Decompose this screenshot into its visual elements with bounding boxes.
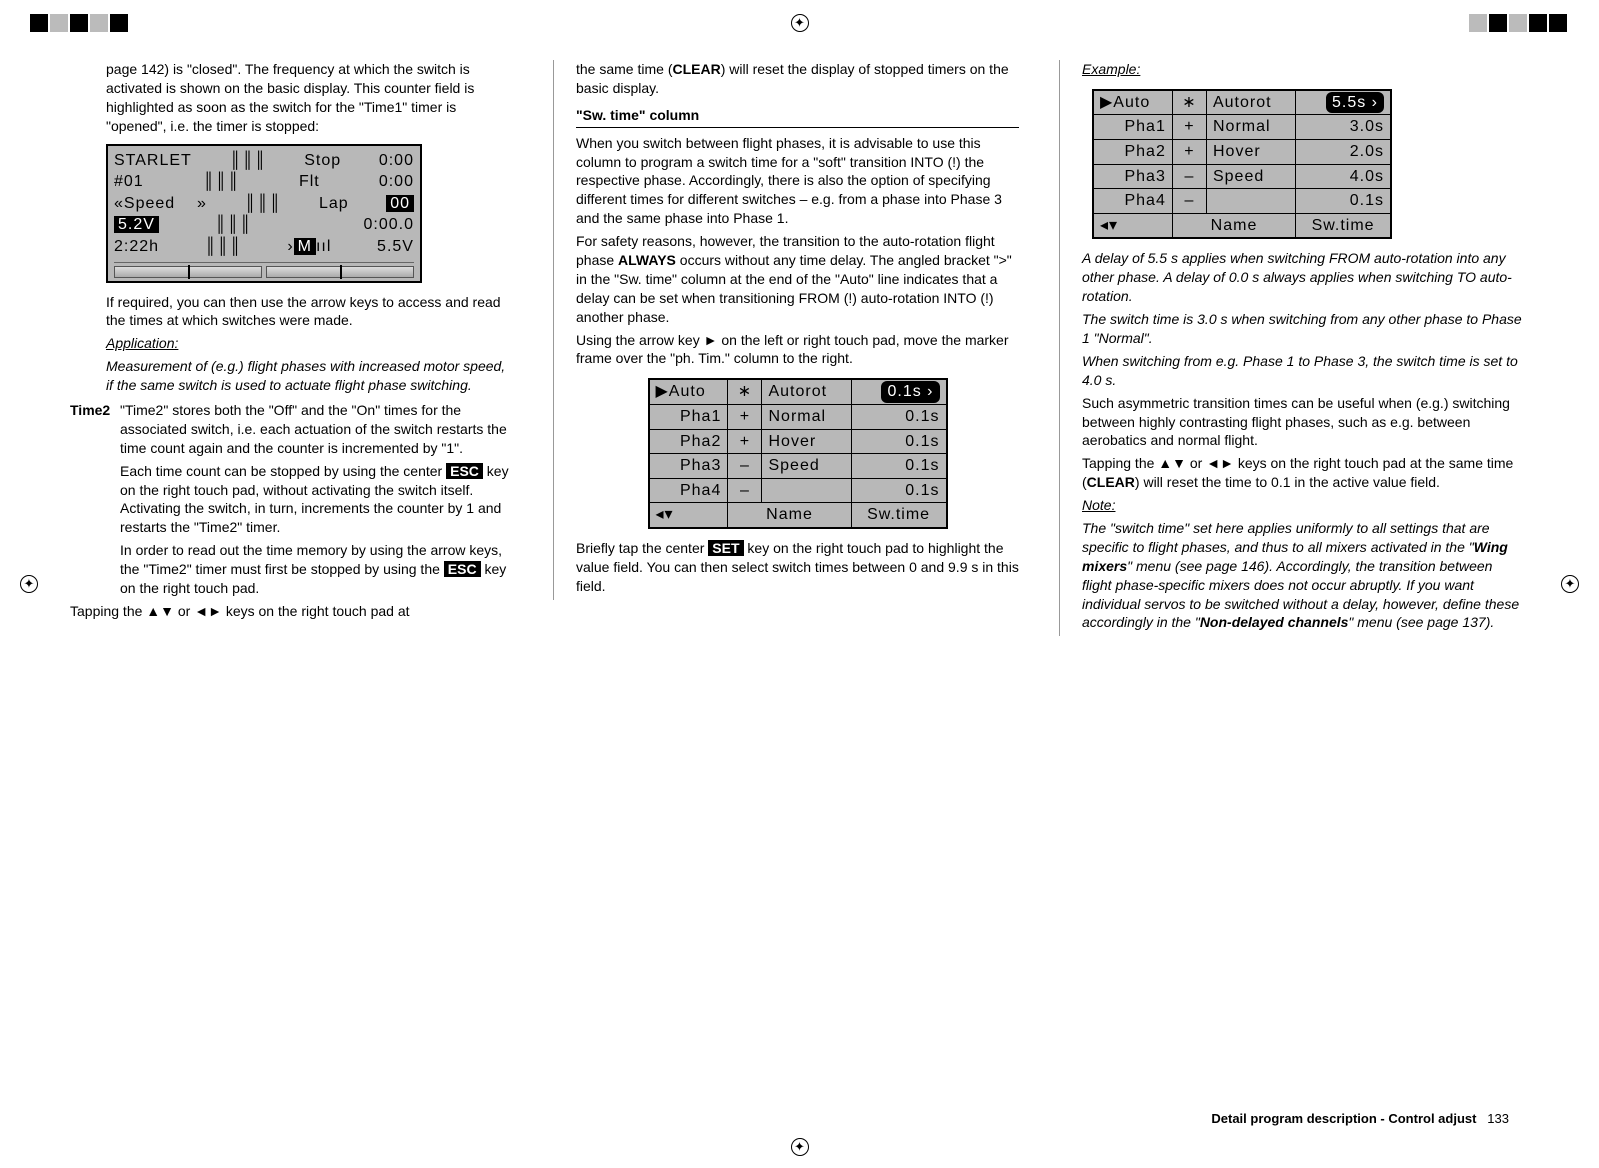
print-registration-top: ✦ — [0, 14, 1599, 36]
c2-p5: Briefly tap the center SET key on the ri… — [576, 539, 1019, 596]
note-body: The "switch time" set here applies unifo… — [1082, 519, 1525, 632]
c1-tail: Tapping the ▲▼ or ◄► keys on the right t… — [70, 602, 513, 621]
column-2: the same time (CLEAR) will reset the dis… — [553, 60, 1023, 600]
application-heading: Application: — [106, 334, 513, 353]
esc-key-2: ESC — [444, 561, 481, 577]
c3-p3: When switching from e.g. Phase 1 to Phas… — [1082, 352, 1525, 390]
lcd-lap-time: 0:00.0 — [364, 214, 414, 236]
column-3: Example: ▶Auto∗Autorot5.5s › Pha1+Normal… — [1059, 60, 1529, 636]
clear-key: CLEAR — [672, 61, 720, 77]
phase-table-2: ▶Auto∗Autorot5.5s › Pha1+Normal3.0s Pha2… — [1092, 89, 1392, 240]
time2-p2: Each time count can be stopped by using … — [120, 462, 513, 538]
c2-p1: the same time (CLEAR) will reset the dis… — [576, 60, 1019, 98]
note-heading: Note: — [1082, 496, 1525, 515]
page: ✦ ✦ ✦ page 142) is "closed". The frequen… — [0, 0, 1599, 1168]
esc-key: ESC — [446, 463, 483, 479]
column-1: page 142) is "closed". The frequency at … — [70, 60, 517, 625]
c2-p3: For safety reasons, however, the transit… — [576, 232, 1019, 326]
lcd-display: STARLET ║║║ Stop 0:00 #01 ║║║ Flt 0:00 «… — [106, 144, 422, 283]
lcd-flt-value: 0:00 — [379, 171, 414, 193]
time2-p1: "Time2" stores both the "Off" and the "O… — [120, 401, 513, 458]
lcd-model-name: STARLET — [114, 150, 192, 172]
c2-p2: When you switch between flight phases, i… — [576, 134, 1019, 228]
c3-p4: Such asymmetric transition times can be … — [1082, 394, 1525, 451]
non-delayed-term: Non-delayed channels — [1200, 614, 1349, 630]
set-key: SET — [708, 540, 743, 556]
lcd-flt-label: Flt — [299, 171, 320, 193]
clear-key-2: CLEAR — [1087, 474, 1135, 490]
print-registration-left: ✦ — [20, 575, 38, 593]
c3-p2: The switch time is 3.0 s when switching … — [1082, 310, 1525, 348]
lcd-lap-value: 00 — [386, 195, 414, 212]
lcd-m-label: M — [294, 238, 316, 255]
time2-label: Time2 — [70, 401, 120, 602]
lcd-stop-label: Stop — [304, 150, 341, 172]
time2-p3: In order to read out the time memory by … — [120, 541, 513, 598]
phase-table-1: ▶Auto∗Autorot0.1s › Pha1+Normal0.1s Pha2… — [648, 378, 948, 529]
c3-p1: A delay of 5.5 s applies when switching … — [1082, 249, 1525, 306]
application-body: Measurement of (e.g.) flight phases with… — [106, 357, 513, 395]
c1-intro: page 142) is "closed". The frequency at … — [106, 60, 513, 136]
lcd-model-no: #01 — [114, 171, 144, 193]
page-footer: Detail program description - Control adj… — [1211, 1110, 1509, 1128]
lcd-stop-value: 0:00 — [379, 150, 414, 172]
print-registration-bottom: ✦ — [791, 1138, 809, 1156]
lcd-runtime: 2:22h — [114, 236, 159, 258]
lcd-speed-label: «Speed » — [114, 193, 207, 215]
footer-title: Detail program description - Control adj… — [1211, 1111, 1476, 1126]
c3-p5: Tapping the ▲▼ or ◄► keys on the right t… — [1082, 454, 1525, 492]
c1-p2: If required, you can then use the arrow … — [106, 293, 513, 331]
example-heading: Example: — [1082, 60, 1525, 79]
lcd-voltage-tx: 5.2V — [114, 216, 159, 233]
c2-p4: Using the arrow key ► on the left or rig… — [576, 331, 1019, 369]
print-registration-right: ✦ — [1561, 575, 1579, 593]
always-word: ALWAYS — [618, 252, 676, 268]
lcd-m-voltage: 5.5V — [377, 236, 414, 258]
footer-page-number: 133 — [1487, 1111, 1509, 1126]
swtime-heading: "Sw. time" column — [576, 106, 1019, 128]
lcd-lap-label: Lap — [319, 193, 349, 215]
